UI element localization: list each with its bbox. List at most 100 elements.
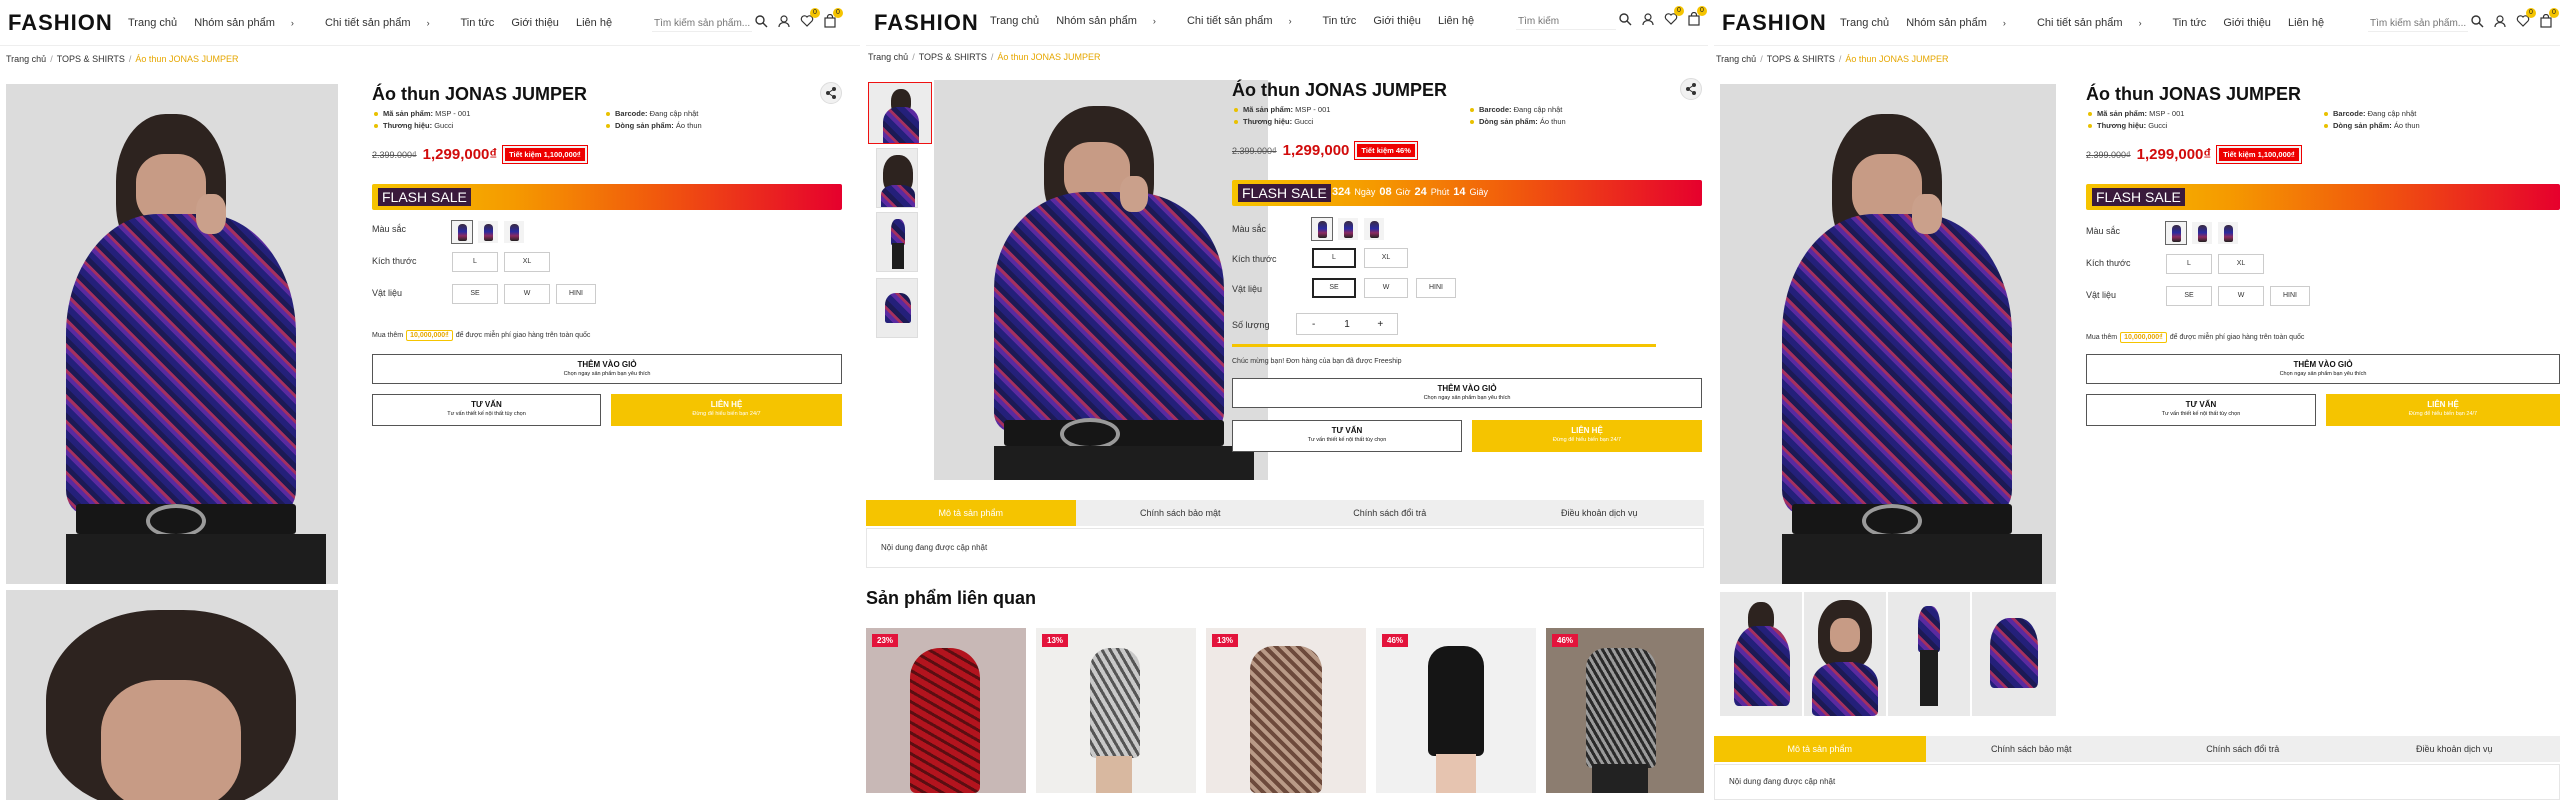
tab-privacy-policy[interactable]: Chính sách bảo mật [1076, 500, 1286, 526]
material-option-hini[interactable]: HINI [556, 284, 596, 304]
nav-detail[interactable]: Chi tiết sản phẩm › [2037, 17, 2156, 29]
material-option-hini[interactable]: HINI [1416, 278, 1456, 298]
consult-button[interactable]: TƯ VẤN Tư vấn thiết kế nội thất tùy chọn [372, 394, 601, 426]
nav-home[interactable]: Trang chủ [1840, 17, 1889, 29]
add-to-cart-button[interactable]: THÊM VÀO GIỎ Chọn ngay sản phẩm bạn yêu … [1232, 378, 1702, 408]
nav-detail[interactable]: Chi tiết sản phẩm › [325, 17, 444, 29]
search-input[interactable] [1516, 14, 1616, 30]
color-swatch-3[interactable] [504, 221, 524, 243]
size-option-xl[interactable]: XL [504, 252, 550, 272]
add-to-cart-button[interactable]: THÊM VÀO GIỎ Chọn ngay sản phẩm bạn yêu … [372, 354, 842, 384]
thumbnail-4[interactable] [1972, 592, 2056, 716]
related-product-card-2[interactable]: 13% [1036, 628, 1196, 793]
color-swatch-2[interactable] [2192, 222, 2212, 244]
nav-contact[interactable]: Liên hệ [576, 17, 612, 29]
related-product-card-3[interactable]: 13% [1206, 628, 1366, 793]
nav-detail[interactable]: Chi tiết sản phẩm › [1187, 15, 1306, 27]
user-icon[interactable] [2493, 14, 2507, 28]
nav-about[interactable]: Giới thiệu [1373, 15, 1421, 27]
search-input[interactable] [652, 16, 752, 32]
product-main-image[interactable] [934, 80, 1268, 480]
material-option-se[interactable]: SE [2166, 286, 2212, 306]
related-product-card-4[interactable]: 46% [1376, 628, 1536, 793]
size-option-l[interactable]: L [1312, 248, 1356, 268]
color-swatch-1[interactable] [1311, 217, 1333, 241]
user-icon[interactable] [777, 14, 791, 28]
search-icon[interactable] [754, 14, 768, 28]
thumbnail-2[interactable] [876, 148, 918, 208]
quantity-minus-button[interactable]: - [1297, 319, 1330, 330]
search-icon[interactable] [1618, 12, 1632, 26]
color-swatch-3[interactable] [1364, 218, 1384, 240]
breadcrumb-category[interactable]: TOPS & SHIRTS [57, 54, 125, 64]
thumbnail-1[interactable] [868, 82, 932, 144]
color-swatch-2[interactable] [478, 221, 498, 243]
search-input[interactable] [2368, 16, 2468, 32]
contact-button[interactable]: LIÊN HỆ Đừng để hiểu biến bạn 24/7 [2326, 394, 2560, 426]
breadcrumb-home[interactable]: Trang chủ [1716, 54, 1756, 64]
thumbnail-2[interactable] [1804, 592, 1886, 716]
site-logo[interactable]: FASHION [8, 10, 113, 36]
nav-groups[interactable]: Nhóm sản phẩm › [194, 17, 308, 29]
heart-icon[interactable]: 0 [2516, 8, 2536, 28]
color-swatch-2[interactable] [1338, 218, 1358, 240]
tab-description[interactable]: Mô tả sản phẩm [1714, 736, 1926, 762]
nav-about[interactable]: Giới thiệu [2223, 17, 2271, 29]
breadcrumb-category[interactable]: TOPS & SHIRTS [1767, 54, 1835, 64]
nav-home[interactable]: Trang chủ [990, 15, 1039, 27]
quantity-input[interactable]: 1 [1330, 319, 1363, 330]
nav-contact[interactable]: Liên hệ [1438, 15, 1474, 27]
tab-description[interactable]: Mô tả sản phẩm [866, 500, 1076, 526]
contact-button[interactable]: LIÊN HỆ Đừng để hiểu biến bạn 24/7 [1472, 420, 1702, 452]
thumbnail-3[interactable] [876, 212, 918, 272]
size-option-xl[interactable]: XL [2218, 254, 2264, 274]
size-option-l[interactable]: L [452, 252, 498, 272]
nav-news[interactable]: Tin tức [1322, 15, 1356, 27]
breadcrumb-category[interactable]: TOPS & SHIRTS [919, 52, 987, 62]
nav-groups[interactable]: Nhóm sản phẩm › [1056, 15, 1170, 27]
color-swatch-3[interactable] [2218, 222, 2238, 244]
heart-icon[interactable]: 0 [1664, 6, 1684, 26]
nav-contact[interactable]: Liên hệ [2288, 17, 2324, 29]
thumbnail-1[interactable] [1720, 592, 1802, 716]
cart-icon[interactable]: 0 [823, 8, 843, 28]
nav-home[interactable]: Trang chủ [128, 17, 177, 29]
material-option-se[interactable]: SE [1312, 278, 1356, 298]
share-button[interactable] [820, 82, 842, 104]
nav-news[interactable]: Tin tức [460, 17, 494, 29]
tab-terms[interactable]: Điều khoản dịch vụ [2349, 736, 2560, 762]
contact-button[interactable]: LIÊN HỆ Đừng để hiểu biến bạn 24/7 [611, 394, 842, 426]
nav-news[interactable]: Tin tức [2172, 17, 2206, 29]
product-secondary-image[interactable] [6, 590, 338, 800]
breadcrumb-home[interactable]: Trang chủ [868, 52, 908, 62]
material-option-se[interactable]: SE [452, 284, 498, 304]
nav-about[interactable]: Giới thiệu [511, 17, 559, 29]
size-option-xl[interactable]: XL [1364, 248, 1408, 268]
consult-button[interactable]: TƯ VẤN Tư vấn thiết kế nội thất tùy chọn [2086, 394, 2316, 426]
cart-icon[interactable]: 0 [1687, 6, 1707, 26]
material-option-w[interactable]: W [1364, 278, 1408, 298]
material-option-w[interactable]: W [2218, 286, 2264, 306]
quantity-plus-button[interactable]: + [1364, 319, 1397, 330]
site-logo[interactable]: FASHION [874, 10, 979, 36]
cart-icon[interactable]: 0 [2539, 8, 2559, 28]
thumbnail-3[interactable] [1888, 592, 1970, 716]
share-button[interactable] [1680, 78, 1702, 100]
color-swatch-1[interactable] [2165, 221, 2187, 245]
consult-button[interactable]: TƯ VẤN Tư vấn thiết kế nội thất tùy chọn [1232, 420, 1462, 452]
color-swatch-1[interactable] [451, 220, 473, 244]
nav-groups[interactable]: Nhóm sản phẩm › [1906, 17, 2020, 29]
heart-icon[interactable]: 0 [800, 8, 820, 28]
material-option-hini[interactable]: HINI [2270, 286, 2310, 306]
breadcrumb-home[interactable]: Trang chủ [6, 54, 46, 64]
related-product-card-1[interactable]: 23% [866, 628, 1026, 793]
tab-return-policy[interactable]: Chính sách đổi trả [2137, 736, 2349, 762]
tab-return-policy[interactable]: Chính sách đổi trả [1285, 500, 1495, 526]
product-main-image[interactable] [6, 84, 338, 584]
search-icon[interactable] [2470, 14, 2484, 28]
tab-terms[interactable]: Điều khoản dịch vụ [1495, 500, 1705, 526]
add-to-cart-button[interactable]: THÊM VÀO GIỎ Chọn ngay sản phẩm bạn yêu … [2086, 354, 2560, 384]
material-option-w[interactable]: W [504, 284, 550, 304]
product-main-image[interactable] [1720, 84, 2056, 584]
site-logo[interactable]: FASHION [1722, 10, 1827, 36]
